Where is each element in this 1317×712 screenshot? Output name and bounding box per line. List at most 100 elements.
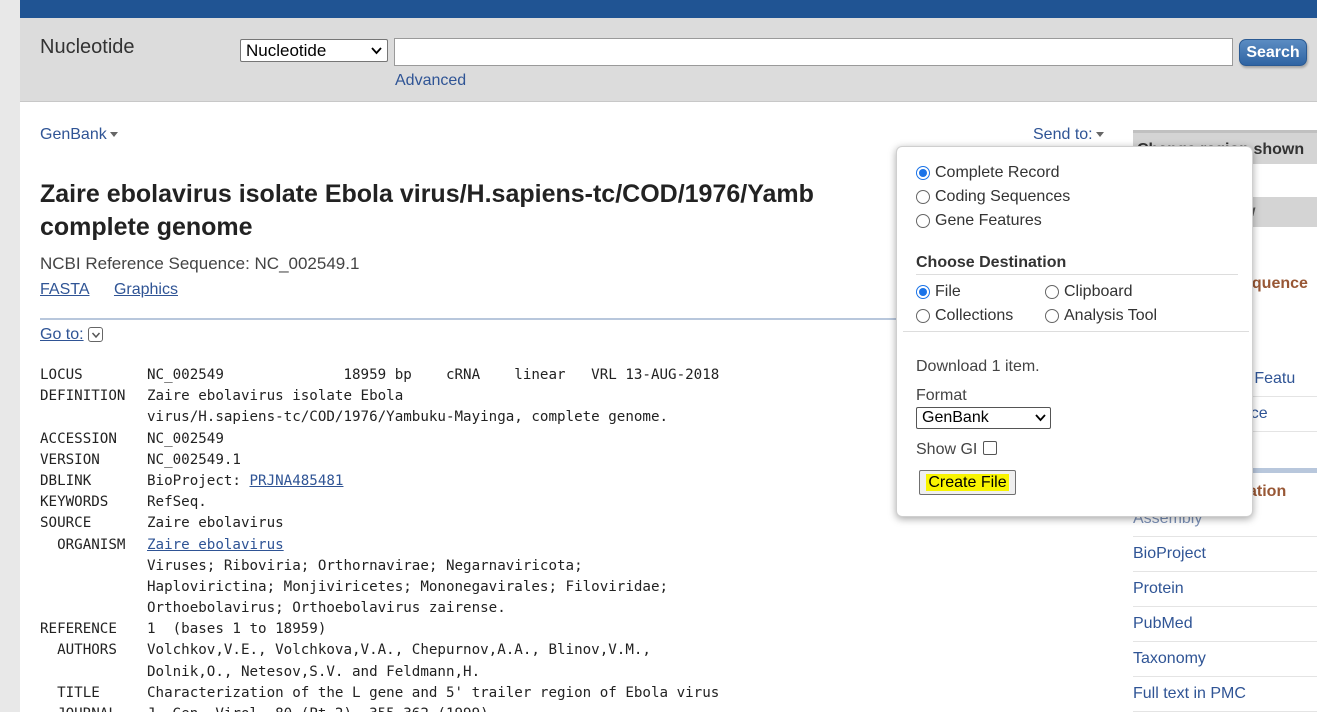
create-file-label: Create File <box>926 474 1009 491</box>
show-gi-label: Show GI <box>916 441 978 458</box>
caret-down-icon <box>1095 132 1104 138</box>
goto-label: Go to: <box>40 326 84 343</box>
record-line: Viruses; Riboviria; Orthornavirae; Negar… <box>40 556 719 577</box>
top-banner <box>20 0 1317 18</box>
left-margin <box>0 0 20 712</box>
radio-icon[interactable] <box>916 309 930 323</box>
database-select[interactable]: Nucleotide <box>240 39 388 62</box>
radio-icon[interactable] <box>1045 285 1059 299</box>
send-to-popup: Complete Record Coding Sequences Gene Fe… <box>896 146 1253 517</box>
destination-label: File <box>935 283 961 300</box>
record-field-value: Dolnik,O., Netesov,S.V. and Feldmann,H. <box>147 663 481 680</box>
record-line: AUTHORS Volchkov,V.E., Volchkova,V.A., Ch… <box>40 640 719 661</box>
goto-menu[interactable]: Go to: <box>40 326 103 344</box>
option-complete-record[interactable]: Complete Record <box>916 164 1060 182</box>
record-line: Orthoebolavirus; Orthoebolavirus zairens… <box>40 598 719 619</box>
send-to-menu[interactable]: Send to: <box>1033 126 1104 144</box>
record-line: KEYWORDS RefSeq. <box>40 492 719 513</box>
search-button[interactable]: Search <box>1239 39 1307 66</box>
option-coding-sequences[interactable]: Coding Sequences <box>916 188 1070 206</box>
format-label: Format <box>916 387 967 404</box>
create-file-button[interactable]: Create File <box>919 470 1016 495</box>
record-line: DBLINK BioProject: PRJNA485481 <box>40 471 719 492</box>
radio-selected-icon[interactable] <box>916 285 930 299</box>
record-link[interactable]: PRJNA485481 <box>250 473 344 489</box>
page-title-line-1: Zaire ebolavirus isolate Ebola virus/H.s… <box>40 180 814 208</box>
display-format-label: GenBank <box>40 126 107 143</box>
radio-selected-icon[interactable] <box>916 166 930 180</box>
record-field-key: DBLINK <box>40 472 92 489</box>
record-line: ORGANISM Zaire ebolavirus <box>40 535 719 556</box>
destination-label: Analysis Tool <box>1064 307 1158 324</box>
record-line: REFERENCE 1 (bases 1 to 18959) <box>40 619 719 640</box>
record-line: Dolnik,O., Netesov,S.V. and Feldmann,H. <box>40 662 719 683</box>
record-field-value: Zaire ebolavirus <box>147 515 284 532</box>
destination-label: Clipboard <box>1064 283 1133 300</box>
page-title: Zaire ebolavirus isolate Ebola virus/H.s… <box>40 178 900 244</box>
destination-file[interactable]: File <box>916 283 961 301</box>
record-line: DEFINITION Zaire ebolavirus isolate Ebola <box>40 386 719 407</box>
record-field-key: ORGANISM <box>40 536 126 553</box>
option-label: Complete Record <box>935 164 1060 181</box>
divider <box>916 274 1238 275</box>
radio-icon[interactable] <box>916 190 930 204</box>
destination-analysis-tool[interactable]: Analysis Tool <box>1045 307 1157 325</box>
record-line: ACCESSION NC_002549 <box>40 429 719 450</box>
record-line: virus/H.sapiens-tc/COD/1976/Yambuku-Mayi… <box>40 407 719 428</box>
sidebar-item-bioproject[interactable]: BioProject <box>1133 537 1317 572</box>
record-line: SOURCE Zaire ebolavirus <box>40 513 719 534</box>
destination-collections[interactable]: Collections <box>916 307 1013 325</box>
record-field-value: 1 (bases 1 to 18959) <box>147 621 327 638</box>
fasta-link[interactable]: FASTA <box>40 281 90 298</box>
send-to-label: Send to: <box>1033 126 1093 143</box>
record-field-key: SOURCE <box>40 515 92 532</box>
record-field-value: Characterization of the L gene and 5' tr… <box>147 684 720 701</box>
record-field-value: Viruses; Riboviria; Orthornavirae; Negar… <box>147 557 583 574</box>
option-gene-features[interactable]: Gene Features <box>916 212 1042 230</box>
record-field-key: VERSION <box>40 451 100 468</box>
option-label: Gene Features <box>935 212 1042 229</box>
format-select[interactable]: GenBank <box>916 407 1051 429</box>
radio-icon[interactable] <box>1045 309 1059 323</box>
record-field-key: REFERENCE <box>40 621 117 638</box>
graphics-link[interactable]: Graphics <box>114 281 178 298</box>
download-count-text: Download 1 item. <box>916 358 1040 375</box>
sidebar-item-taxonomy[interactable]: Taxonomy <box>1133 642 1317 677</box>
show-gi-checkbox[interactable] <box>983 441 998 455</box>
record-field-key: AUTHORS <box>40 642 117 659</box>
destination-label: Collections <box>935 307 1014 324</box>
record-field-value: J. Gen. Virol. 80 (Pt 2), 355-362 (1999) <box>147 706 489 712</box>
record-field-key: DEFINITION <box>40 388 126 405</box>
database-title: Nucleotide <box>40 36 135 58</box>
display-format-menu[interactable]: GenBank <box>40 126 118 144</box>
option-label: Coding Sequences <box>935 188 1071 205</box>
goto-chevron-icon[interactable] <box>87 327 103 343</box>
advanced-search-link[interactable]: Advanced <box>395 72 466 90</box>
record-field-value: Zaire ebolavirus isolate Ebola <box>147 388 404 405</box>
record-field-key: TITLE <box>40 684 100 701</box>
chevron-down-icon <box>1035 414 1046 422</box>
destination-clipboard[interactable]: Clipboard <box>1045 283 1132 301</box>
record-field-value: Volchkov,V.E., Volchkova,V.A., Chepurnov… <box>147 642 651 659</box>
sidebar-item-protein[interactable]: Protein <box>1133 572 1317 607</box>
record-line: Haplovirictina; Monjiviricetes; Mononega… <box>40 577 719 598</box>
record-field-value: NC_002549 18959 bp cRNA linear VRL 13-AU… <box>147 367 720 383</box>
record-link[interactable]: Zaire ebolavirus <box>147 537 284 553</box>
record-line: LOCUS NC_002549 18959 bp cRNA linear VRL … <box>40 365 719 386</box>
record-line: VERSION NC_002549.1 <box>40 450 719 471</box>
sidebar-item-pubmed[interactable]: PubMed <box>1133 607 1317 642</box>
record-field-value: NC_002549 <box>147 430 224 447</box>
format-select-value: GenBank <box>922 409 989 426</box>
divider <box>40 318 900 320</box>
show-gi-option: Show GI <box>916 441 998 459</box>
radio-icon[interactable] <box>916 214 930 228</box>
sidebar-item-full-text-pmc[interactable]: Full text in PMC <box>1133 677 1317 712</box>
record-field-value: BioProject: <box>147 472 250 489</box>
search-bar: Nucleotide Nucleotide Search Advanced <box>20 18 1317 102</box>
page-title-line-2: complete genome <box>40 213 253 241</box>
record-line: TITLE Characterization of the L gene and … <box>40 683 719 704</box>
record-field-value: Orthoebolavirus; Orthoebolavirus zairens… <box>147 600 506 617</box>
search-input[interactable] <box>394 38 1233 66</box>
record-field-value: virus/H.sapiens-tc/COD/1976/Yambuku-Mayi… <box>147 409 669 426</box>
sidebar-related-heading: ation <box>1248 483 1287 500</box>
